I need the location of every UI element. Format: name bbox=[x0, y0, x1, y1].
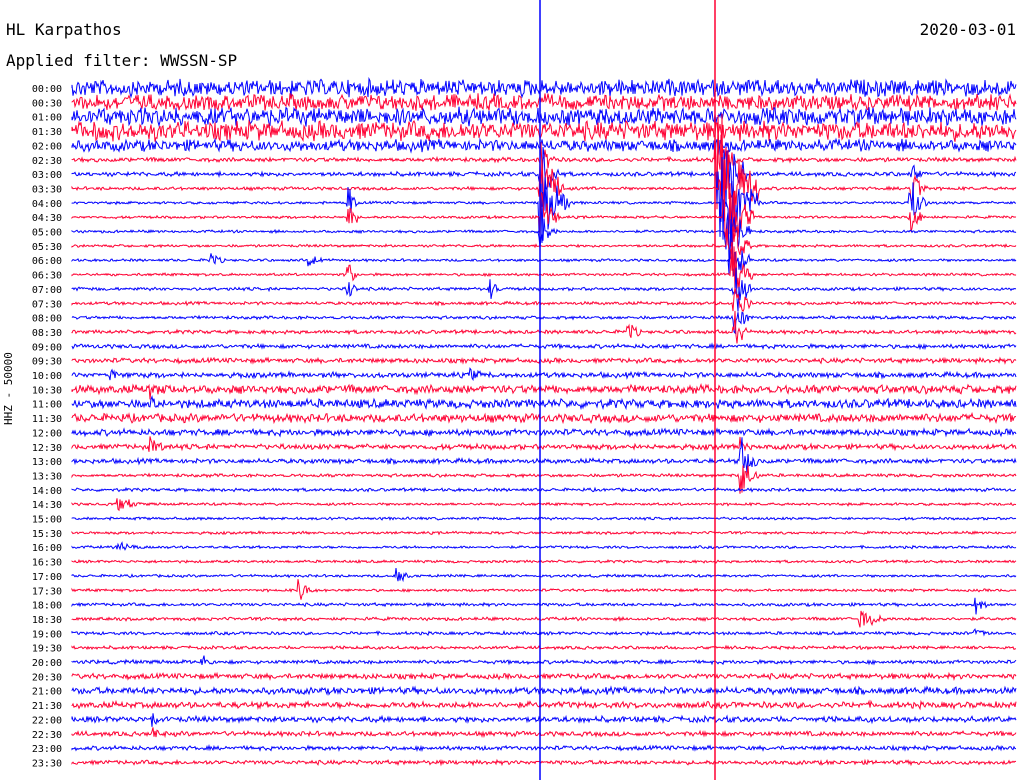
time-label: 02:00 bbox=[32, 141, 62, 152]
trace-line bbox=[71, 395, 1017, 411]
time-label: 19:30 bbox=[32, 644, 62, 655]
time-label: 06:00 bbox=[32, 256, 62, 267]
trace-line bbox=[71, 106, 1017, 128]
trace-line bbox=[71, 212, 1017, 263]
time-label: 07:00 bbox=[32, 285, 62, 296]
time-label: 10:00 bbox=[32, 371, 62, 382]
time-label: 08:00 bbox=[32, 314, 62, 325]
time-label: 13:30 bbox=[32, 471, 62, 482]
trace-line bbox=[71, 597, 1017, 615]
time-label: 08:30 bbox=[32, 328, 62, 339]
time-label: 23:30 bbox=[32, 758, 62, 769]
trace-line bbox=[71, 437, 1017, 473]
time-label: 02:30 bbox=[32, 156, 62, 167]
time-label: 18:30 bbox=[32, 615, 62, 626]
time-label: 00:00 bbox=[32, 84, 62, 95]
trace-line bbox=[71, 516, 1017, 522]
time-label: 07:30 bbox=[32, 299, 62, 310]
time-label: 04:00 bbox=[32, 199, 62, 210]
time-label: 11:30 bbox=[32, 414, 62, 425]
trace-line bbox=[71, 311, 1017, 335]
trace-line bbox=[71, 436, 1017, 452]
time-label: 10:30 bbox=[32, 385, 62, 396]
time-label: 14:30 bbox=[32, 500, 62, 511]
time-label: 04:30 bbox=[32, 213, 62, 224]
trace-line bbox=[71, 411, 1017, 425]
time-label: 22:30 bbox=[32, 730, 62, 741]
time-label: 20:30 bbox=[32, 672, 62, 683]
trace-line bbox=[71, 93, 1017, 112]
trace-line bbox=[71, 713, 1017, 727]
time-label: 22:00 bbox=[32, 715, 62, 726]
trace-line bbox=[71, 76, 1017, 99]
trace-line bbox=[71, 225, 1017, 271]
time-label: 23:00 bbox=[32, 744, 62, 755]
trace-line bbox=[71, 558, 1017, 565]
trace-line bbox=[71, 655, 1017, 666]
time-label: 15:00 bbox=[32, 515, 62, 526]
time-label: 16:00 bbox=[32, 543, 62, 554]
trace-line bbox=[71, 498, 1017, 512]
trace-line bbox=[71, 758, 1017, 767]
time-label: 21:00 bbox=[32, 687, 62, 698]
trace-line bbox=[71, 685, 1017, 696]
time-label: 05:30 bbox=[32, 242, 62, 253]
trace-line bbox=[71, 541, 1017, 551]
trace-line bbox=[71, 744, 1016, 752]
trace-line bbox=[71, 628, 1017, 637]
time-label: 01:30 bbox=[32, 127, 62, 138]
channel-label: HHZ - 50000 bbox=[2, 352, 15, 425]
time-label: 09:00 bbox=[32, 342, 62, 353]
time-label: 00:30 bbox=[32, 98, 62, 109]
trace-line bbox=[71, 567, 1017, 583]
trace-line bbox=[71, 367, 1017, 382]
time-label: 01:00 bbox=[32, 113, 62, 124]
helicorder-plot: 00:00 00:30 01:00 01:30 02:00 02:30 03:00 03:30… bbox=[32, 0, 1017, 780]
trace-line bbox=[71, 119, 1017, 143]
time-label: 14:00 bbox=[32, 486, 62, 497]
time-label: 09:30 bbox=[32, 357, 62, 368]
time-label: 06:30 bbox=[32, 271, 62, 282]
time-label: 12:00 bbox=[32, 428, 62, 439]
trace-line bbox=[71, 342, 1017, 351]
trace-line bbox=[71, 242, 1017, 291]
trace-line bbox=[71, 356, 1017, 366]
time-label: 03:00 bbox=[32, 170, 62, 181]
time-label: 12:30 bbox=[32, 443, 62, 454]
trace-line bbox=[71, 287, 1017, 313]
trace-line bbox=[71, 310, 1017, 344]
time-label: 15:30 bbox=[32, 529, 62, 540]
trace-line bbox=[71, 530, 1017, 536]
time-label: 19:00 bbox=[32, 629, 62, 640]
time-label: 05:00 bbox=[32, 228, 62, 239]
time-label: 18:00 bbox=[32, 601, 62, 612]
trace-line bbox=[71, 427, 1017, 438]
time-label: 20:00 bbox=[32, 658, 62, 669]
time-label: 17:00 bbox=[32, 572, 62, 583]
trace-line bbox=[71, 699, 1017, 711]
time-label: 13:00 bbox=[32, 457, 62, 468]
time-label: 11:00 bbox=[32, 400, 62, 411]
trace-line bbox=[71, 727, 1017, 739]
time-label: 17:30 bbox=[32, 586, 62, 597]
time-label: 21:30 bbox=[32, 701, 62, 712]
time-label: 16:30 bbox=[32, 558, 62, 569]
time-label: 03:30 bbox=[32, 184, 62, 195]
trace-line bbox=[71, 579, 1017, 600]
trace-line bbox=[71, 157, 1017, 244]
trace-line bbox=[71, 382, 1017, 400]
trace-line bbox=[71, 671, 1017, 682]
trace-line bbox=[71, 644, 1017, 651]
trace-line bbox=[71, 610, 1017, 628]
trace-line bbox=[71, 486, 1017, 493]
